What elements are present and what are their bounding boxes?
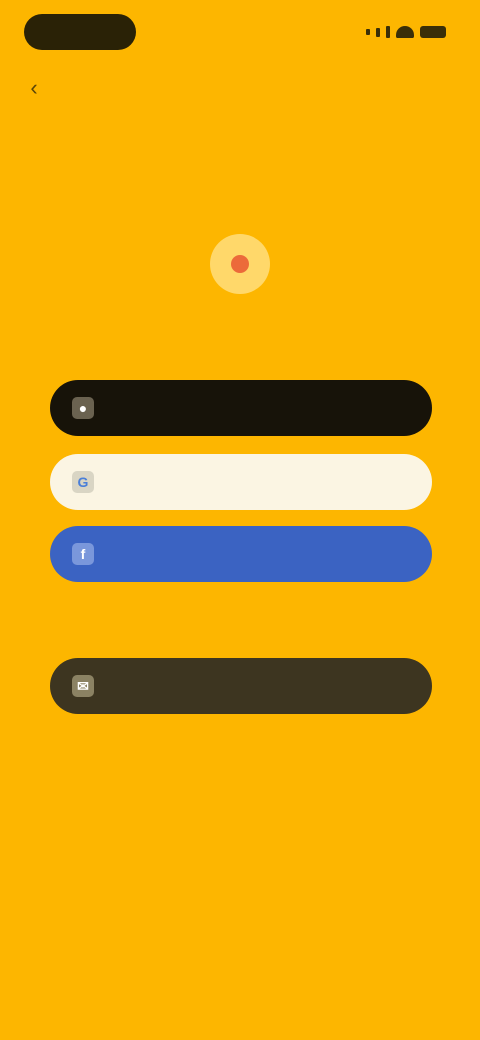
back-arrow-icon: ‹ bbox=[30, 75, 38, 100]
wifi-icon bbox=[396, 26, 414, 38]
status-time-pill bbox=[24, 14, 136, 50]
continue-with-google-button[interactable]: G bbox=[50, 454, 432, 510]
battery-icon bbox=[420, 26, 446, 38]
signal-icon bbox=[376, 27, 380, 37]
continue-with-email-button[interactable]: ✉ bbox=[50, 658, 432, 714]
continue-with-apple-button[interactable]: ● bbox=[50, 380, 432, 436]
app-logo-icon bbox=[210, 234, 270, 294]
status-bar bbox=[0, 0, 480, 64]
signal-icon bbox=[366, 29, 370, 35]
continue-with-facebook-button[interactable]: f bbox=[50, 526, 432, 582]
logo-mark bbox=[231, 255, 249, 273]
mail-icon: ✉ bbox=[72, 675, 94, 697]
facebook-icon: f bbox=[72, 543, 94, 565]
apple-icon: ● bbox=[72, 397, 94, 419]
google-icon: G bbox=[72, 471, 94, 493]
status-icons bbox=[366, 22, 446, 42]
back-button[interactable]: ‹ bbox=[20, 74, 48, 102]
signal-icon bbox=[386, 26, 390, 38]
